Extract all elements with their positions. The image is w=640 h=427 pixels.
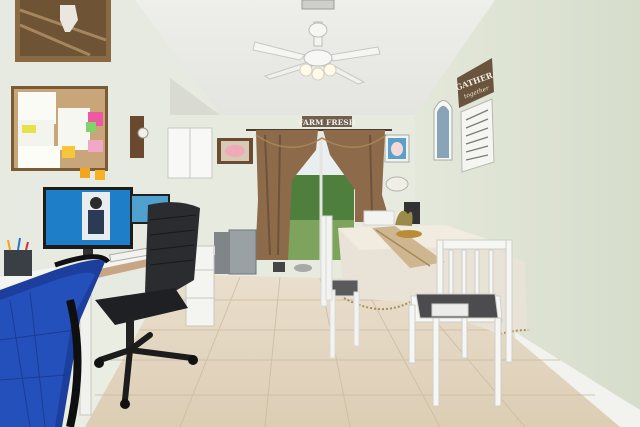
arched-wall-frame bbox=[433, 100, 453, 161]
monitor-main bbox=[43, 187, 133, 257]
dining-chair-back bbox=[363, 210, 395, 226]
farm-fresh-text: FARM FRESH bbox=[298, 118, 356, 127]
cork-board bbox=[11, 86, 108, 180]
trash-can bbox=[228, 229, 257, 275]
pet-bowl bbox=[273, 262, 285, 272]
scene: FARM FRESH GATHER together bbox=[0, 0, 640, 427]
pig-icon bbox=[225, 145, 245, 157]
cow-picture bbox=[384, 134, 410, 163]
upper-cabinet bbox=[167, 127, 213, 179]
storage-bin bbox=[214, 232, 230, 274]
ceiling-vent bbox=[301, 0, 335, 10]
rules-sign bbox=[460, 98, 495, 173]
pig-picture bbox=[217, 138, 253, 164]
centerpiece-bowl bbox=[396, 230, 422, 238]
wall-art-top-left bbox=[15, 0, 111, 62]
cow-icon bbox=[391, 142, 403, 156]
wall-plate bbox=[385, 176, 409, 192]
farm-fresh-sign: FARM FRESH bbox=[298, 116, 356, 127]
pet-bowl-2 bbox=[294, 264, 312, 272]
